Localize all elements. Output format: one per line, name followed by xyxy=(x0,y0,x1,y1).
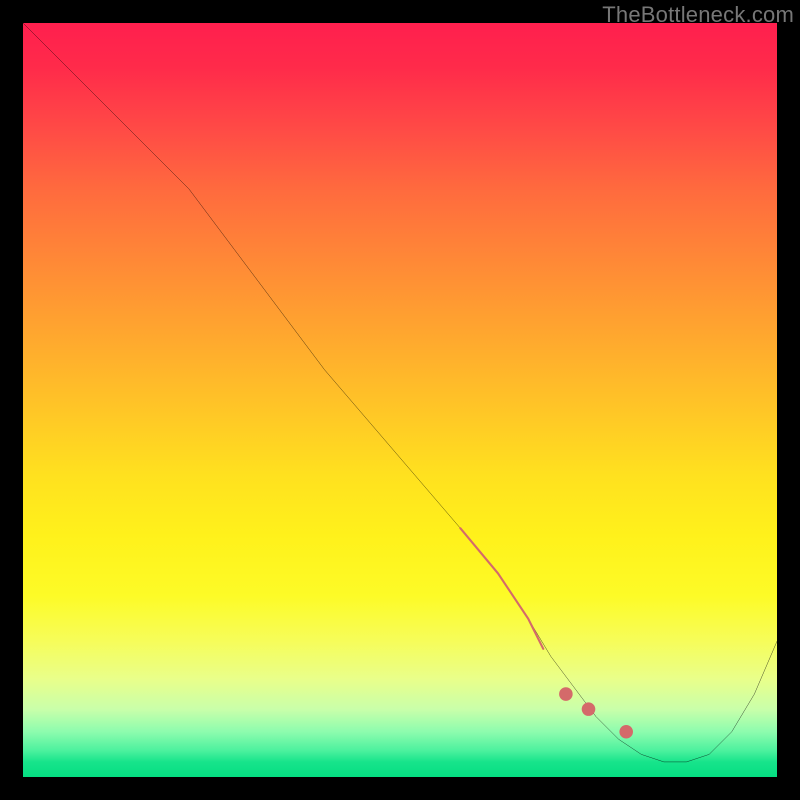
plot-area xyxy=(23,23,777,777)
highlight-dots xyxy=(559,687,633,738)
highlight-dot xyxy=(582,702,596,716)
highlight-segment xyxy=(460,528,543,649)
curve-line xyxy=(23,23,777,762)
chart-container: TheBottleneck.com xyxy=(0,0,800,800)
highlight-dot xyxy=(559,687,573,701)
highlight-dot xyxy=(619,725,633,739)
chart-overlay xyxy=(23,23,777,777)
watermark-text: TheBottleneck.com xyxy=(602,2,794,28)
